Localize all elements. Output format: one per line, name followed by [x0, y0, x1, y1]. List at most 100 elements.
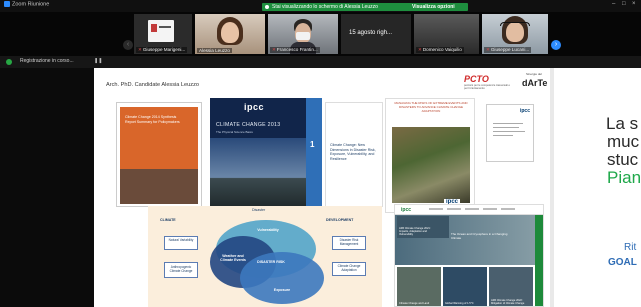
- disaster-heading: Disaster: [252, 208, 266, 212]
- minimize-icon[interactable]: –: [612, 1, 615, 7]
- mic-muted-icon: ✕: [138, 47, 142, 52]
- mic-muted-icon: ✕: [486, 47, 490, 52]
- climate-heading: CLIMATE: [160, 218, 176, 222]
- report-page: ipcc: [486, 104, 534, 162]
- shield-icon: [6, 59, 12, 65]
- chapter-title: Climate Change: New Dimensions in Disast…: [330, 143, 376, 161]
- avatar: [148, 20, 174, 42]
- title-bar: Zoom Riunione Stai visualizzando lo sche…: [0, 0, 641, 12]
- vulnerability-label: Vulnerability: [257, 228, 279, 232]
- panel-divider: [550, 68, 554, 307]
- mic-muted-icon: ✕: [272, 47, 276, 52]
- report-cover-ar5: ipcc CLIMATE CHANGE 2013 The Physical Sc…: [210, 98, 306, 210]
- shared-slide: Arch. PhD. Candidate Alessia Leuzzo PCTO…: [94, 68, 550, 307]
- cover-image: [392, 127, 470, 203]
- recording-bar: Registrazione in corso... ❚❚: [0, 56, 641, 68]
- panel-text-line: stuc: [607, 150, 639, 169]
- disaster-risk-management-box: Disaster Risk Management: [332, 236, 366, 250]
- cover-title: CLIMATE CHANGE 2013: [216, 122, 281, 128]
- mic-muted-icon: ✕: [418, 47, 422, 52]
- anthropogenic-box: Anthropogenic Climate Change: [164, 262, 198, 278]
- recording-status: Registrazione in corso...: [20, 58, 74, 64]
- report-cover-srex: MANAGING THE RISKS OF EXTREME EVENTS AND…: [385, 98, 475, 213]
- face-shape: [221, 22, 239, 43]
- report-cover-synthesis: Climate Change 2014 Synthesis Report Sum…: [116, 102, 202, 207]
- screen-share-icon: [265, 5, 269, 9]
- participant-tile[interactable]: ✕Francesco Frantin...: [268, 14, 338, 54]
- pcto-logo-sub: percorsi per le competenze trasversali e…: [464, 84, 510, 90]
- darte-label: Sinergie del: [526, 72, 542, 76]
- exposure-label: Exposure: [273, 288, 291, 292]
- website-tile: AR6 Climate Change 2022: Mitigation of C…: [489, 267, 533, 306]
- share-banner[interactable]: Stai visualizzando lo schermo di Alessia…: [262, 3, 468, 11]
- risk-diagram: CLIMATE DEVELOPMENT Disaster Vulnerabili…: [148, 206, 382, 307]
- text-line: [493, 131, 525, 132]
- close-icon[interactable]: ×: [632, 1, 636, 7]
- website-nav: ipcc: [395, 205, 543, 215]
- panel-footer-line: Rit: [624, 242, 637, 253]
- tile-caption: AR6 Climate Change 2022: Mitigation of C…: [491, 299, 525, 305]
- participant-tile[interactable]: ✕Giuseppe Lucani...: [482, 14, 548, 54]
- app-title-label: Zoom Riunione: [12, 1, 50, 8]
- cover-title: MANAGING THE RISKS OF EXTREME EVENTS AND…: [394, 101, 468, 113]
- cover-subtitle: The Physical Science Basis: [216, 130, 253, 134]
- nav-menu-item: [501, 208, 515, 210]
- panel-text-line: La s: [606, 114, 639, 133]
- chapter-cover: Climate Change: New Dimensions in Disast…: [325, 102, 383, 207]
- risk-label: DISASTER RISK: [257, 260, 285, 264]
- background-presentation: La s muc stuc Pian Rit GOAL: [550, 68, 641, 307]
- face-mask: [296, 32, 310, 40]
- view-options-button[interactable]: Visualizza opzioni: [412, 4, 455, 10]
- participant-name-large: 15 agosto righ...: [349, 30, 393, 36]
- prev-page-icon[interactable]: ‹: [123, 40, 133, 50]
- pcto-logo: PCTO percorsi per le competenze trasvers…: [464, 74, 512, 90]
- website-tile: Climate Change and Land: [397, 267, 441, 306]
- maximize-icon[interactable]: □: [622, 1, 626, 7]
- panel-footer-line: GOAL: [608, 257, 637, 268]
- cover-band: Climate Change 2014 Synthesis Report Sum…: [120, 107, 198, 169]
- text-line: [493, 123, 523, 124]
- website-tile: Global Warming of 1.5°C: [443, 267, 487, 306]
- headset-icon: [500, 22, 530, 26]
- nav-menu-item: [429, 208, 443, 210]
- app-title: Zoom Riunione: [4, 1, 49, 7]
- climate-adaptation-box: Climate Change Adaptation: [332, 262, 366, 276]
- weather-label: Weather and Climate Events: [220, 254, 246, 262]
- pause-recording-icon[interactable]: ❚❚: [94, 58, 102, 64]
- cover-image: [210, 138, 306, 210]
- participant-tile[interactable]: ✕Giuseppe Marigeni...: [134, 14, 192, 54]
- hero-title: The Ocean and Cryosphere in a Changing C…: [451, 232, 508, 240]
- participant-tile[interactable]: 15 agosto righ...: [341, 14, 411, 54]
- nav-menu-item: [483, 208, 497, 210]
- participant-name: ✕Giuseppe Lucani...: [484, 47, 532, 53]
- participant-name: Alessia Leuzzo: [197, 48, 232, 53]
- nav-menu-item: [465, 208, 479, 210]
- participant-tile[interactable]: Alessia Leuzzo: [195, 14, 265, 54]
- next-page-icon[interactable]: ›: [551, 40, 561, 50]
- zoom-app-icon: [4, 1, 10, 7]
- natural-variability-box: Natural Variability: [164, 236, 198, 250]
- nav-menu-item: [447, 208, 461, 210]
- participant-strip: ‹ ✕Giuseppe Marigeni... Alessia Leuzzo ✕…: [0, 12, 641, 56]
- cover-title: Climate Change 2014 Synthesis Report Sum…: [125, 115, 180, 124]
- zoom-window: Zoom Riunione Stai visualizzando lo sche…: [0, 0, 641, 307]
- tile-caption: Global Warming of 1.5°C: [445, 302, 474, 305]
- participant-tile[interactable]: ✕Domenico Vaiquilio: [414, 14, 479, 54]
- development-heading: DEVELOPMENT: [326, 218, 354, 222]
- text-line: [493, 135, 513, 136]
- ipcc-logo: ipcc: [519, 108, 530, 114]
- participant-name: ✕Francesco Frantin...: [270, 47, 320, 53]
- ipcc-logo: ipcc: [401, 207, 412, 213]
- ipcc-logo: ipcc: [244, 102, 265, 112]
- participant-name: ✕Giuseppe Marigeni...: [136, 47, 188, 53]
- ipcc-website: ipcc The Ocean and Cryosphere in a Chang…: [394, 204, 544, 307]
- tile-caption: Climate Change and Land: [399, 302, 430, 305]
- pcto-logo-text: PCTO: [464, 74, 489, 84]
- chapter-number: 1: [310, 140, 315, 149]
- website-tile: AR6 Climate Change 2021: Impacts, Adapta…: [397, 216, 449, 238]
- logo-text-line: [159, 26, 171, 28]
- website-sidebar: [535, 215, 543, 306]
- cover-image: [120, 169, 198, 204]
- share-margin: [0, 68, 94, 307]
- panel-text-line: Pian: [607, 168, 641, 187]
